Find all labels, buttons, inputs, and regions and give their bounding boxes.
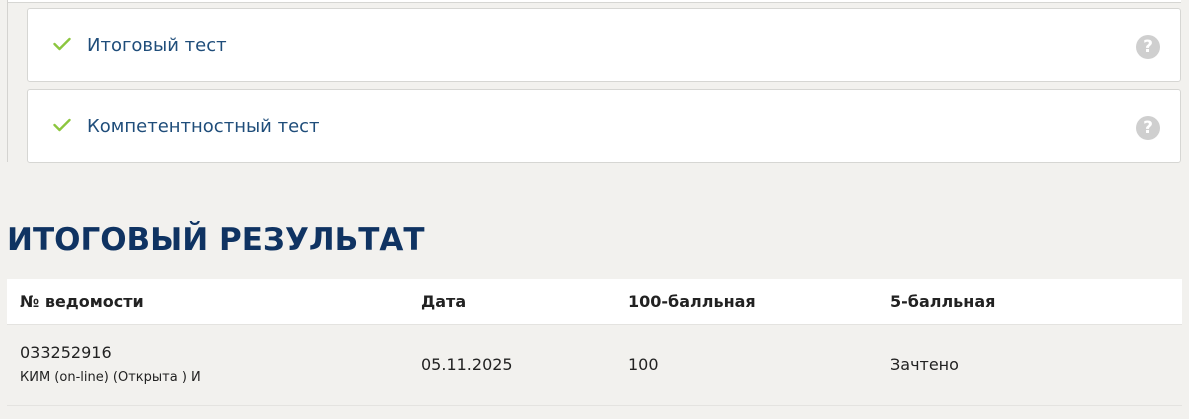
result-section-title: ИТОГОВЫЙ РЕЗУЛЬТАТ (7, 222, 425, 258)
check-icon (53, 118, 71, 132)
cell-score-100: 100 (615, 324, 877, 406)
cell-sheet: 033252916 КИМ (on-line) (Открыта ) И (7, 324, 408, 406)
table-row: 033252916 КИМ (on-line) (Открыта ) И 05.… (7, 324, 1182, 406)
sheet-description: КИМ (on-line) (Открыта ) И (20, 369, 201, 385)
question-icon[interactable]: ? (1136, 35, 1160, 59)
test-title[interactable]: Компетентностный тест (87, 90, 320, 164)
test-card-final[interactable]: Итоговый тест ? (27, 8, 1181, 82)
tests-list: Итоговый тест ? Компетентностный тест ? (7, 0, 1183, 163)
cell-score-5: Зачтено (877, 324, 1182, 406)
column-header-score-5: 5-балльная (877, 279, 1182, 325)
test-title[interactable]: Итоговый тест (87, 9, 227, 83)
column-header-date: Дата (408, 279, 615, 325)
check-icon (53, 37, 71, 51)
table-header-row: № ведомости Дата 100-балльная 5-балльная (7, 279, 1182, 325)
sheet-number: 033252916 (20, 342, 112, 362)
results-table: № ведомости Дата 100-балльная 5-балльная… (7, 279, 1182, 406)
cell-date: 05.11.2025 (408, 324, 615, 406)
test-card-competence[interactable]: Компетентностный тест ? (27, 89, 1181, 163)
column-header-score-100: 100-балльная (615, 279, 877, 325)
column-header-sheet-number: № ведомости (7, 279, 408, 325)
question-icon[interactable]: ? (1136, 116, 1160, 140)
